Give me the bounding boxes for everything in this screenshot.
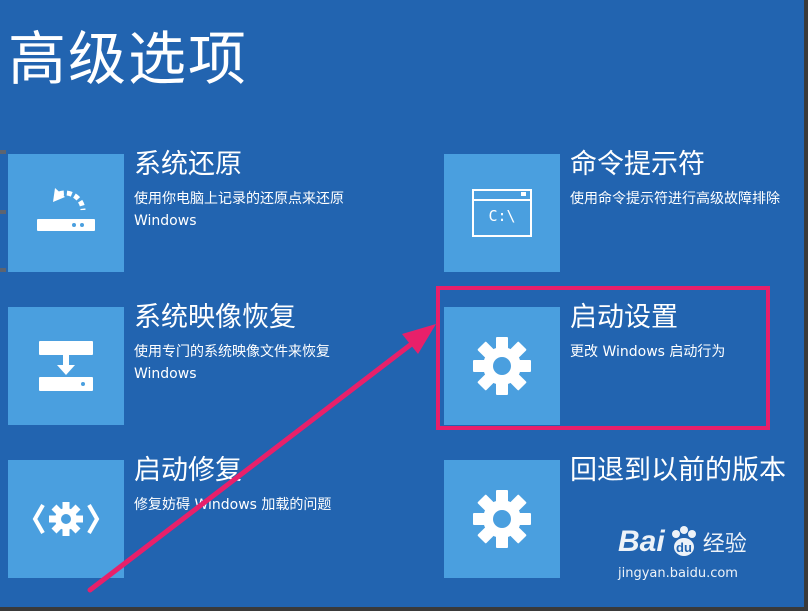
edge-strip bbox=[0, 150, 6, 154]
option-description: 更改 Windows 启动行为 bbox=[570, 341, 725, 363]
option-startup-repair[interactable]: 启动修复 修复妨碍 Windows 加载的问题 bbox=[8, 455, 338, 578]
option-description-line: 使用专门的系统映像文件来恢复 bbox=[134, 344, 330, 360]
gear-icon bbox=[473, 337, 531, 395]
system-restore-icon bbox=[37, 188, 95, 231]
command-prompt-icon: C:\ bbox=[472, 189, 532, 237]
option-description-line: 更改 Windows 启动行为 bbox=[570, 344, 726, 360]
option-title: 回退到以前的版本 bbox=[570, 455, 786, 486]
option-system-restore[interactable]: 系统还原 使用你电脑上记录的还原点来还原 Windows bbox=[8, 149, 344, 272]
option-system-image-recovery[interactable]: 系统映像恢复 使用专门的系统映像文件来恢复 Windows bbox=[8, 302, 338, 425]
startup-repair-icon bbox=[32, 502, 100, 536]
option-tile bbox=[444, 307, 560, 425]
option-description-line: Windows bbox=[134, 366, 197, 382]
baidu-jingyan-watermark: Bai du 经验 jingyan.baidu.com bbox=[618, 522, 768, 586]
option-description-line: 使用你电脑上记录的还原点来还原 bbox=[134, 191, 344, 207]
option-tile bbox=[444, 460, 560, 578]
icon-close-mark bbox=[521, 192, 526, 196]
watermark-brand-suffix: 经验 bbox=[702, 532, 747, 557]
system-image-recovery-icon bbox=[39, 341, 93, 391]
watermark-brand: Bai bbox=[618, 525, 665, 558]
option-command-prompt[interactable]: C:\ 命令提示符 使用命令提示符进行高级故障排除 bbox=[444, 149, 780, 272]
gear-icon bbox=[473, 490, 531, 548]
option-description-line: 修复妨碍 Windows 加载的问题 bbox=[134, 497, 332, 513]
option-tile bbox=[8, 307, 124, 425]
option-description: 修复妨碍 Windows 加载的问题 bbox=[134, 494, 331, 516]
edge-strip bbox=[0, 210, 6, 214]
prompt-text: C:\ bbox=[488, 207, 516, 225]
option-tile: C:\ bbox=[444, 154, 560, 272]
option-title: 系统映像恢复 bbox=[134, 302, 296, 333]
paw-logo-icon: du bbox=[671, 526, 696, 556]
option-title: 命令提示符 bbox=[570, 149, 705, 180]
watermark-url: jingyan.baidu.com bbox=[618, 566, 738, 581]
option-tile bbox=[8, 154, 124, 272]
option-description: 使用你电脑上记录的还原点来还原 Windows bbox=[134, 188, 344, 232]
svg-text:du: du bbox=[676, 540, 692, 555]
option-title: 系统还原 bbox=[134, 149, 242, 180]
option-startup-settings[interactable]: 启动设置 更改 Windows 启动行为 bbox=[444, 302, 774, 425]
option-title: 启动设置 bbox=[570, 302, 678, 333]
option-description-line: Windows bbox=[134, 213, 197, 229]
option-tile bbox=[8, 460, 124, 578]
page-title: 高级选项 bbox=[8, 25, 249, 93]
option-description: 使用专门的系统映像文件来恢复 Windows bbox=[134, 341, 330, 385]
option-description-line: 使用命令提示符进行高级故障排除 bbox=[570, 191, 780, 207]
edge-strip bbox=[0, 268, 6, 272]
option-title: 启动修复 bbox=[134, 455, 242, 486]
option-description: 使用命令提示符进行高级故障排除 bbox=[570, 188, 808, 210]
